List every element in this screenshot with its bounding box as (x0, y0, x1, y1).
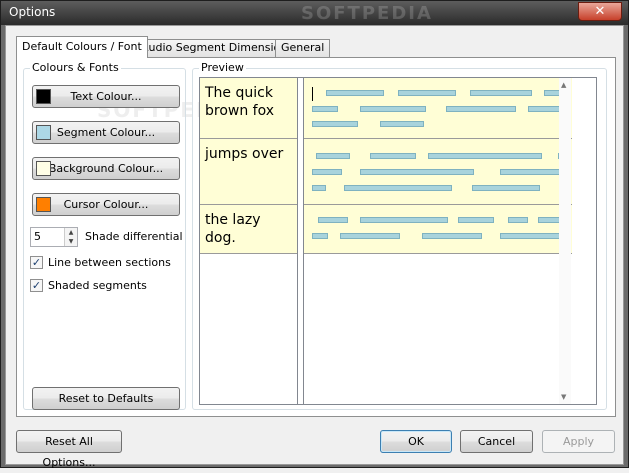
spin-down-icon[interactable]: ▼ (65, 237, 77, 246)
segment (508, 217, 528, 223)
tab-panel: SOFTPEDIA Colours & Fonts Text Colour...… (16, 57, 616, 417)
check-icon[interactable]: ✓ (30, 256, 43, 269)
line-between-sections-label: Line between sections (48, 256, 171, 269)
watermark: SOFTPEDIA (301, 3, 433, 24)
segment (360, 106, 426, 112)
segment (398, 90, 456, 96)
segment-colour-button[interactable]: Segment Colour... (32, 121, 180, 144)
spin-up-icon[interactable]: ▲ (65, 228, 77, 237)
segment (312, 233, 328, 239)
line-between-sections-checkbox[interactable]: ✓ Line between sections (30, 255, 180, 271)
dialog-client: Default Colours / Font Audio Segment Dim… (5, 25, 624, 469)
text-colour-label: Text Colour... (70, 90, 142, 103)
segment (316, 153, 350, 159)
shade-differential-value: 5 (34, 230, 41, 243)
reset-defaults-button[interactable]: Reset to Defaults (32, 387, 180, 410)
preview-line-1: The quick brown fox (200, 78, 297, 139)
segment (470, 90, 532, 96)
background-colour-button[interactable]: Background Colour... (32, 157, 180, 180)
reset-all-options-button[interactable]: Reset All Options... (16, 430, 122, 469)
window-title: Options (9, 5, 56, 19)
segment (312, 106, 338, 112)
tab-default-colours-font[interactable]: Default Colours / Font (16, 36, 148, 58)
shade-differential-spinner[interactable]: 5 ▲ ▼ (30, 227, 78, 247)
cursor-colour-label: Cursor Colour... (63, 198, 149, 211)
segment-colour-swatch (36, 125, 51, 140)
segment-row-2 (304, 139, 572, 205)
spinner-arrows: ▲ ▼ (64, 228, 77, 246)
segment (326, 90, 384, 96)
shaded-segments-label: Shaded segments (48, 279, 147, 292)
segment (422, 233, 482, 239)
colours-fonts-label: Colours & Fonts (30, 61, 121, 74)
cursor-colour-swatch (36, 197, 51, 212)
scroll-down-icon[interactable]: ▼ (561, 393, 566, 401)
background-colour-swatch (36, 161, 51, 176)
ok-button[interactable]: OK (380, 430, 452, 453)
title-bar[interactable]: Options SOFTPEDIA ✕ (1, 1, 628, 25)
shaded-segments-checkbox[interactable]: ✓ Shaded segments (30, 278, 180, 294)
segment (446, 106, 516, 112)
segment (500, 233, 560, 239)
segment (312, 121, 358, 127)
segment (428, 153, 542, 159)
colours-fonts-group: Colours & Fonts Text Colour... Segment C… (23, 61, 186, 410)
text-colour-button[interactable]: Text Colour... (32, 85, 180, 108)
preview-line-3: the lazy dog. (200, 205, 297, 254)
preview-area: The quick brown fox jumps over the lazy … (199, 77, 597, 405)
cancel-button[interactable]: Cancel (460, 430, 533, 453)
options-window: Options SOFTPEDIA ✕ Default Colours / Fo… (0, 0, 629, 469)
segment (318, 217, 348, 223)
preview-label: Preview (199, 61, 246, 74)
segment (380, 121, 424, 127)
preview-text-column: The quick brown fox jumps over the lazy … (200, 78, 298, 404)
segment (360, 169, 474, 175)
segment (312, 185, 326, 191)
background-colour-label: Background Colour... (48, 162, 164, 175)
text-colour-swatch (36, 89, 51, 104)
segment (340, 233, 400, 239)
segment (344, 185, 452, 191)
segment (458, 217, 494, 223)
close-icon: ✕ (594, 4, 606, 19)
cursor-marker (312, 87, 313, 101)
tab-general[interactable]: General (275, 39, 331, 57)
segment-row-3 (304, 205, 572, 254)
check-icon[interactable]: ✓ (30, 279, 43, 292)
scroll-up-icon[interactable]: ▲ (561, 81, 566, 89)
shade-differential-label: Shade differential (85, 230, 183, 243)
cursor-colour-button[interactable]: Cursor Colour... (32, 193, 180, 216)
preview-group: Preview The quick brown fox jumps over t… (192, 61, 607, 410)
segment (360, 217, 448, 223)
segment (472, 185, 540, 191)
preview-line-2: jumps over (200, 139, 297, 205)
close-button[interactable]: ✕ (578, 2, 622, 21)
apply-button[interactable]: Apply (542, 430, 615, 453)
preview-scrollbar[interactable]: ▲ ▼ (559, 78, 571, 404)
segment-colour-label: Segment Colour... (56, 126, 156, 139)
segment-row-1 (304, 78, 572, 139)
segment (312, 169, 342, 175)
segment (370, 153, 416, 159)
segment-preview[interactable]: ▲ ▼ (303, 78, 572, 404)
